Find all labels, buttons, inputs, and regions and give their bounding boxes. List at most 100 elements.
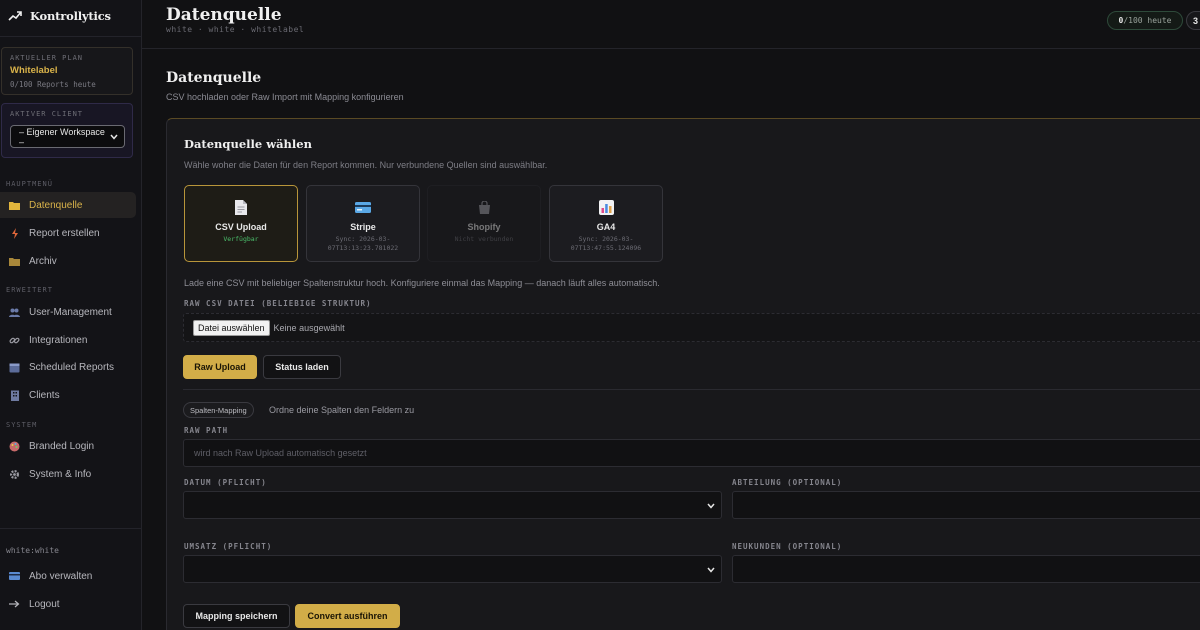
source-tile-stripe[interactable]: Stripe Sync: 2026-03-07T13:13:23.781022 xyxy=(306,185,420,262)
raw-path-placeholder: wird nach Raw Upload automatisch gesetzt xyxy=(194,448,367,458)
umsatz-select[interactable] xyxy=(183,555,722,583)
source-status: Verfügbar xyxy=(223,235,259,243)
divider xyxy=(0,528,142,529)
source-status: Nicht verbunden xyxy=(454,235,514,243)
abo-verwalten-link[interactable]: Abo verwalten xyxy=(0,563,136,589)
nav-section-title: SYSTEM xyxy=(6,421,38,429)
sidebar-item-user-management[interactable]: User-Management xyxy=(0,299,136,325)
nav-section-title: HAUPTMENÜ xyxy=(6,180,53,188)
plan-name: Whitelabel xyxy=(10,65,58,76)
client-caption: AKTIVER CLIENT xyxy=(10,110,84,118)
abteilung-label: ABTEILUNG (OPTIONAL) xyxy=(732,478,843,487)
client-box: AKTIVER CLIENT – Eigener Workspace – xyxy=(1,103,133,158)
divider xyxy=(183,389,1200,390)
sidebar-item-label: Branded Login xyxy=(29,440,95,452)
calendar-icon xyxy=(9,362,20,373)
sidebar-item-label: Integrationen xyxy=(29,334,88,346)
card-title: Datenquelle wählen xyxy=(184,137,312,151)
building-icon xyxy=(9,390,20,401)
sidebar: Kontrollytics AKTUELLER PLAN Whitelabel … xyxy=(0,0,142,630)
sidebar-item-label: Abo verwalten xyxy=(29,570,93,582)
usage-rest: /100 heute xyxy=(1123,16,1172,25)
bar-chart-icon xyxy=(598,198,614,216)
section-title: Datenquelle xyxy=(166,70,262,86)
source-status: Sync: 2026-03-07T13:13:23.781022 xyxy=(327,235,399,252)
logout-link[interactable]: Logout xyxy=(0,591,136,617)
source-tile-ga4[interactable]: GA4 Sync: 2026-03-07T13:47:55.124096 xyxy=(549,185,663,262)
divider xyxy=(0,36,142,37)
sidebar-item-branded-login[interactable]: Branded Login xyxy=(0,433,136,459)
csv-info-text: Lade eine CSV mit beliebiger Spaltenstru… xyxy=(184,278,660,288)
nav-section-title: ERWEITERT xyxy=(6,286,53,294)
folder-icon xyxy=(9,200,20,211)
source-name: Stripe xyxy=(350,222,376,232)
datum-select[interactable] xyxy=(183,491,722,519)
sidebar-item-label: Logout xyxy=(29,598,60,610)
convert-button[interactable]: Convert ausführen xyxy=(295,604,400,628)
save-mapping-button[interactable]: Mapping speichern xyxy=(183,604,290,628)
trend-up-icon xyxy=(8,11,22,21)
sidebar-item-label: Clients xyxy=(29,389,60,401)
file-choose-button[interactable]: Datei auswählen xyxy=(193,319,270,336)
page-title: Datenquelle xyxy=(166,5,282,25)
source-tile-csv[interactable]: CSV Upload Verfügbar xyxy=(184,185,298,262)
chevron-down-icon xyxy=(707,565,715,575)
sidebar-item-scheduled-reports[interactable]: Scheduled Reports xyxy=(0,354,136,380)
shopping-bag-icon xyxy=(478,198,491,216)
current-user: white:white xyxy=(6,546,59,555)
source-name: GA4 xyxy=(596,222,616,232)
sidebar-item-datenquelle[interactable]: Datenquelle xyxy=(0,192,136,218)
file-field-label: RAW CSV DATEI (BELIEBIGE STRUKTUR) xyxy=(184,299,372,308)
chevron-down-icon xyxy=(110,132,118,142)
sidebar-item-label: Report erstellen xyxy=(29,227,100,239)
credit-card-icon xyxy=(9,571,20,582)
sidebar-item-label: Scheduled Reports xyxy=(29,361,115,373)
sidebar-item-label: Datenquelle xyxy=(29,199,83,211)
datum-label: DATUM (PFLICHT) xyxy=(184,478,267,487)
sidebar-item-integrationen[interactable]: Integrationen xyxy=(0,327,136,353)
sidebar-item-label: Archiv xyxy=(29,255,57,267)
usage-badge: 0/100 heute xyxy=(1107,11,1183,30)
header-pill[interactable]: 3 xyxy=(1186,11,1200,30)
mapping-description: Ordne deine Spalten den Feldern zu xyxy=(269,405,415,415)
client-select[interactable]: – Eigener Workspace – xyxy=(10,125,125,148)
source-tile-shopify: Shopify Nicht verbunden xyxy=(427,185,541,262)
umsatz-label: UMSATZ (PFLICHT) xyxy=(184,542,273,551)
sidebar-item-clients[interactable]: Clients xyxy=(0,382,136,408)
abteilung-select[interactable] xyxy=(732,491,1200,519)
palette-icon xyxy=(9,441,20,452)
plan-box: AKTUELLER PLAN Whitelabel 0/100 Reports … xyxy=(1,47,133,95)
brand[interactable]: Kontrollytics xyxy=(8,9,111,23)
users-icon xyxy=(9,307,20,318)
raw-upload-button[interactable]: Raw Upload xyxy=(183,355,257,379)
credit-card-icon xyxy=(355,198,371,216)
arrow-right-icon xyxy=(9,599,20,610)
card-subtitle: Wähle woher die Daten für den Report kom… xyxy=(184,160,548,170)
sidebar-item-label: System & Info xyxy=(29,468,92,480)
gear-icon xyxy=(9,469,20,480)
plan-usage: 0/100 Reports heute xyxy=(10,80,96,89)
sidebar-item-system-info[interactable]: System & Info xyxy=(0,461,136,487)
bolt-icon xyxy=(9,227,20,239)
raw-path-input[interactable]: wird nach Raw Upload automatisch gesetzt xyxy=(183,439,1200,467)
file-none-text: Keine ausgewählt xyxy=(273,322,345,333)
sidebar-item-archiv[interactable]: Archiv xyxy=(0,248,136,274)
neukunden-label: NEUKUNDEN (OPTIONAL) xyxy=(732,542,843,551)
raw-path-label: RAW PATH xyxy=(184,426,229,435)
sidebar-item-label: User-Management xyxy=(29,306,112,318)
document-icon xyxy=(235,198,247,216)
sidebar-item-report-erstellen[interactable]: Report erstellen xyxy=(0,220,136,246)
source-name: Shopify xyxy=(467,222,501,232)
csv-file-input[interactable]: Datei auswählen Keine ausgewählt xyxy=(183,313,1200,342)
breadcrumb: white · white · whitelabel xyxy=(166,25,305,34)
brand-name: Kontrollytics xyxy=(30,9,111,23)
source-name: CSV Upload xyxy=(215,222,267,232)
archive-folder-icon xyxy=(9,256,20,267)
top-header: Datenquelle white · white · whitelabel 0… xyxy=(142,0,1200,49)
neukunden-select[interactable] xyxy=(732,555,1200,583)
status-laden-button[interactable]: Status laden xyxy=(263,355,341,379)
section-subtitle: CSV hochladen oder Raw Import mit Mappin… xyxy=(166,92,404,102)
mapping-tag: Spalten-Mapping xyxy=(183,402,254,418)
link-icon xyxy=(9,335,20,346)
client-select-value: – Eigener Workspace – xyxy=(19,126,105,147)
